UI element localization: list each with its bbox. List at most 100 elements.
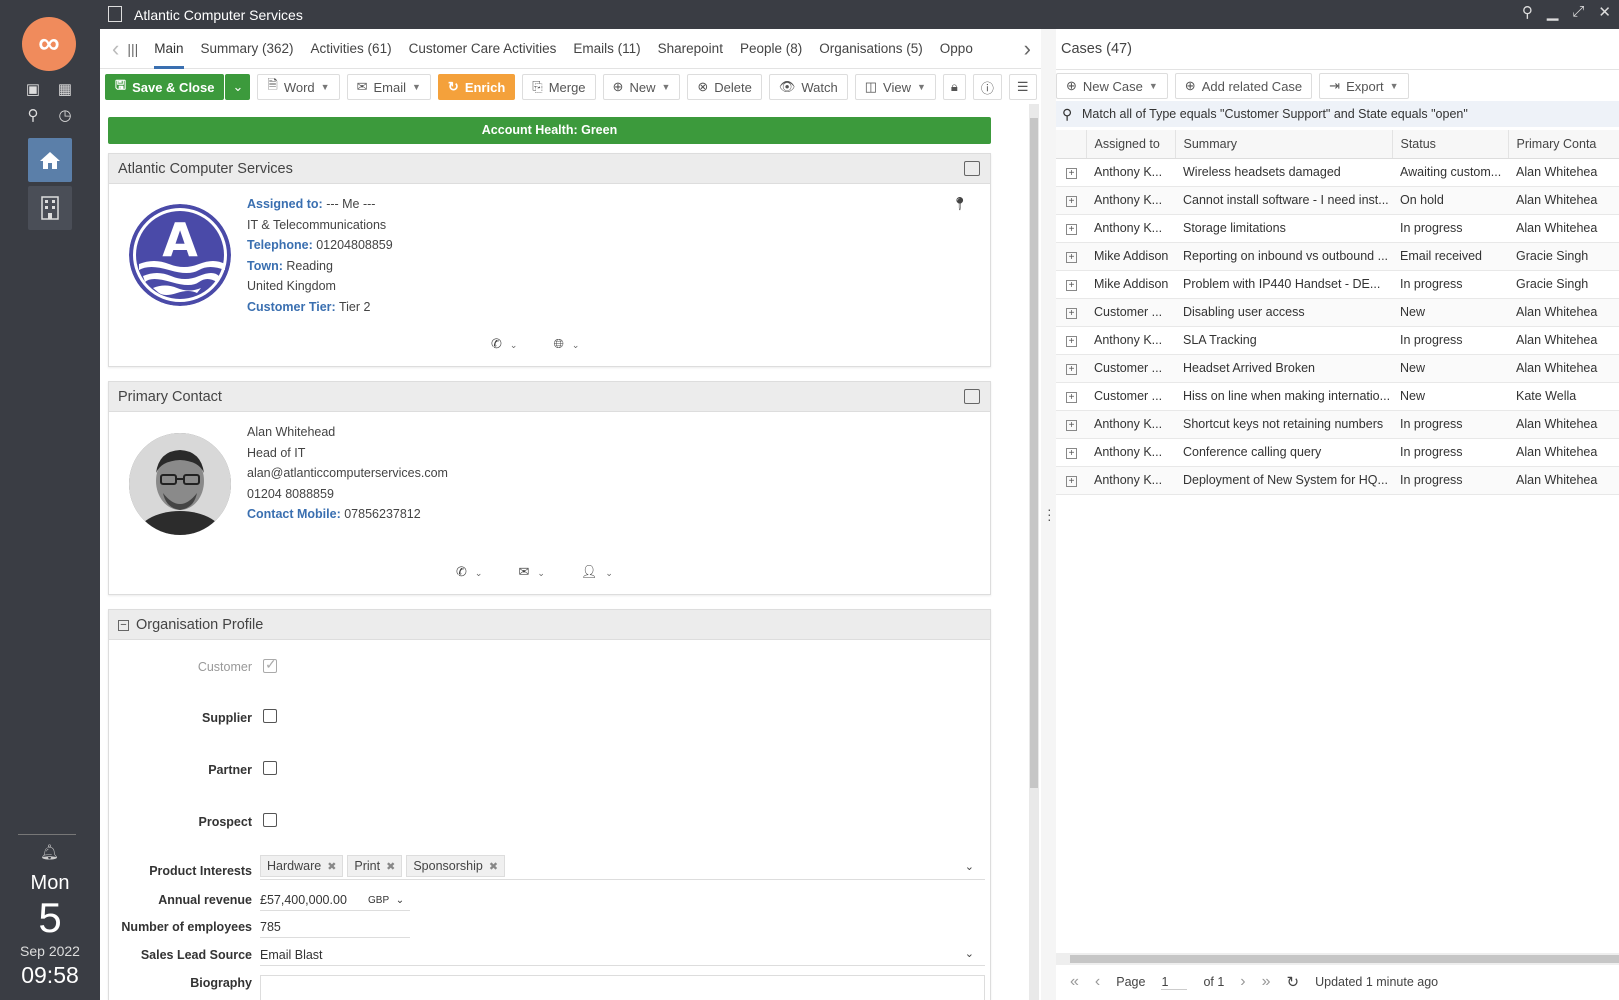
- tab-opportunities[interactable]: Oppo: [940, 29, 973, 69]
- pane-splitter[interactable]: · · ·: [1047, 502, 1052, 526]
- remove-tag-icon[interactable]: ✖: [386, 860, 395, 873]
- watch-button[interactable]: 👁︎ Watch: [768, 74, 848, 100]
- clock-icon[interactable]: ◷: [55, 106, 75, 126]
- expand-row-icon[interactable]: +: [1066, 448, 1077, 459]
- customer-checkbox[interactable]: [263, 656, 277, 673]
- new-button[interactable]: ⊕ New ▼: [602, 74, 681, 100]
- phone-action[interactable]: ✆ ⌄: [491, 336, 517, 352]
- table-row[interactable]: + Customer ... Disabling user access New Ala…: [1056, 298, 1619, 327]
- table-row[interactable]: + Mike Addison Reporting on inbound vs out…: [1056, 242, 1619, 271]
- pin-icon[interactable]: ⚲: [1522, 3, 1533, 21]
- save-options-dropdown[interactable]: ⌄: [225, 74, 251, 100]
- first-page-icon[interactable]: «: [1070, 973, 1079, 991]
- delete-button[interactable]: ⊗ Delete: [687, 74, 762, 100]
- remove-tag-icon[interactable]: ✖: [327, 860, 336, 873]
- minimize-icon[interactable]: ▁: [1547, 3, 1559, 21]
- tab-people[interactable]: People (8): [740, 29, 802, 69]
- word-button[interactable]: 🗎︎ Word ▼: [257, 74, 340, 100]
- scrollbar-thumb[interactable]: [1070, 955, 1619, 963]
- bell-icon[interactable]: 🔔︎: [40, 843, 59, 861]
- table-row[interactable]: + Customer ... Headset Arrived Broken New Al…: [1056, 354, 1619, 383]
- expand-row-icon[interactable]: +: [1066, 364, 1077, 375]
- save-close-button[interactable]: 🖫︎ Save & Close: [105, 74, 225, 100]
- person-action[interactable]: 👤︎ ⌄: [581, 564, 613, 580]
- biography-textarea[interactable]: [260, 975, 985, 1000]
- page-input[interactable]: 1: [1161, 975, 1188, 990]
- email-action[interactable]: ✉ ⌄: [518, 564, 544, 580]
- enrich-button[interactable]: ↻ Enrich: [437, 74, 516, 100]
- table-row[interactable]: + Anthony K... Conference calling query In …: [1056, 438, 1619, 467]
- add-related-case-button[interactable]: ⊕ Add related Case: [1174, 73, 1313, 99]
- organisation-profile-header[interactable]: − Organisation Profile: [109, 610, 990, 640]
- column-header-summary[interactable]: Summary: [1175, 130, 1393, 159]
- lock-button[interactable]: 🔒︎: [942, 74, 966, 100]
- view-button[interactable]: ◫ View ▼: [854, 74, 936, 100]
- annual-revenue-input[interactable]: £57,400,000.00: [260, 893, 347, 907]
- table-row[interactable]: + Anthony K... Deployment of New System fo…: [1056, 466, 1619, 495]
- table-row[interactable]: + Anthony K... Cannot install software - I…: [1056, 186, 1619, 215]
- table-row[interactable]: + Anthony K... SLA Tracking In progress Alan…: [1056, 326, 1619, 355]
- edit-icon[interactable]: [964, 161, 980, 176]
- info-button[interactable]: ⓘ: [972, 74, 1002, 100]
- contact-phone[interactable]: 01204 8088859: [247, 484, 448, 505]
- merge-button[interactable]: ⎘ Merge: [522, 74, 596, 100]
- contact-email[interactable]: alan@atlanticcomputerservices.com: [247, 463, 448, 484]
- expand-row-icon[interactable]: +: [1066, 224, 1077, 235]
- telephone-value[interactable]: 01204808859: [316, 238, 392, 252]
- table-row[interactable]: + Anthony K... Shortcut keys not retaining…: [1056, 410, 1619, 439]
- expand-row-icon[interactable]: +: [1066, 308, 1077, 319]
- cases-filter-bar[interactable]: ⚲ Match all of Type equals "Customer Sup…: [1056, 101, 1619, 127]
- email-button[interactable]: ✉ Email ▼: [346, 74, 431, 100]
- column-header-primary-contact[interactable]: Primary Conta: [1508, 130, 1619, 159]
- tab-organisations[interactable]: Organisations (5): [819, 29, 923, 69]
- app-logo[interactable]: ∞: [22, 17, 76, 71]
- supplier-checkbox[interactable]: [263, 709, 277, 723]
- home-nav[interactable]: [28, 138, 72, 182]
- more-menu-button[interactable]: ☰: [1008, 74, 1037, 100]
- remove-tag-icon[interactable]: ✖: [489, 860, 498, 873]
- expand-row-icon[interactable]: +: [1066, 392, 1077, 403]
- prev-page-icon[interactable]: ‹: [1095, 973, 1100, 991]
- expand-row-icon[interactable]: +: [1066, 336, 1077, 347]
- tabs-next-icon[interactable]: ›: [1024, 36, 1031, 62]
- lead-source-select[interactable]: Email Blast: [260, 948, 323, 962]
- table-row[interactable]: + Customer ... Hiss on line when making in…: [1056, 382, 1619, 411]
- table-row[interactable]: + Anthony K... Wireless headsets damaged Aw…: [1056, 158, 1619, 187]
- close-icon[interactable]: ✕: [1598, 3, 1611, 21]
- expand-row-icon[interactable]: +: [1066, 196, 1077, 207]
- search-icon[interactable]: ⚲: [23, 106, 43, 126]
- tab-sharepoint[interactable]: Sharepoint: [658, 29, 723, 69]
- organisation-nav[interactable]: [28, 186, 72, 230]
- expand-row-icon[interactable]: +: [1066, 280, 1077, 291]
- tabs-menu-icon[interactable]: |||: [127, 41, 138, 57]
- tab-summary[interactable]: Summary (362): [201, 29, 294, 69]
- new-case-button[interactable]: ⊕ New Case ▼: [1056, 73, 1168, 99]
- currency-select[interactable]: GBP ⌄: [368, 895, 404, 906]
- web-action[interactable]: 🌐︎ ⌄: [553, 336, 579, 352]
- table-row[interactable]: + Mike Addison Problem with IP440 Handset …: [1056, 270, 1619, 299]
- refresh-icon[interactable]: ↻: [1287, 973, 1300, 991]
- collapse-icon[interactable]: −: [118, 619, 129, 631]
- expand-row-icon[interactable]: +: [1066, 476, 1077, 487]
- expand-row-icon[interactable]: +: [1066, 252, 1077, 263]
- partner-checkbox[interactable]: [263, 761, 277, 775]
- next-page-icon[interactable]: ›: [1240, 973, 1245, 991]
- record-scrollbar[interactable]: [1029, 104, 1039, 1000]
- grid-icon[interactable]: ▦: [55, 80, 75, 100]
- product-interests-field[interactable]: Hardware ✖ Print ✖ Sponsorship ✖: [260, 855, 509, 877]
- table-row[interactable]: + Anthony K... Storage limitations In progr…: [1056, 214, 1619, 243]
- expand-row-icon[interactable]: +: [1066, 168, 1077, 179]
- tab-main[interactable]: Main: [154, 29, 184, 69]
- phone-action[interactable]: ✆ ⌄: [456, 564, 482, 580]
- tab-emails[interactable]: Emails (11): [573, 29, 640, 69]
- dashboard-icon[interactable]: ▣: [23, 80, 43, 100]
- expand-row-icon[interactable]: +: [1066, 420, 1077, 431]
- cases-horizontal-scrollbar[interactable]: [1056, 953, 1619, 965]
- map-pin-icon[interactable]: 📍︎: [951, 196, 968, 212]
- last-page-icon[interactable]: »: [1262, 973, 1271, 991]
- maximize-icon[interactable]: ⤢: [1572, 3, 1584, 21]
- tab-customer-care[interactable]: Customer Care Activities: [409, 29, 557, 69]
- column-header-assigned[interactable]: Assigned to: [1086, 130, 1176, 159]
- employees-input[interactable]: 785: [260, 920, 281, 934]
- column-header-status[interactable]: Status: [1392, 130, 1509, 159]
